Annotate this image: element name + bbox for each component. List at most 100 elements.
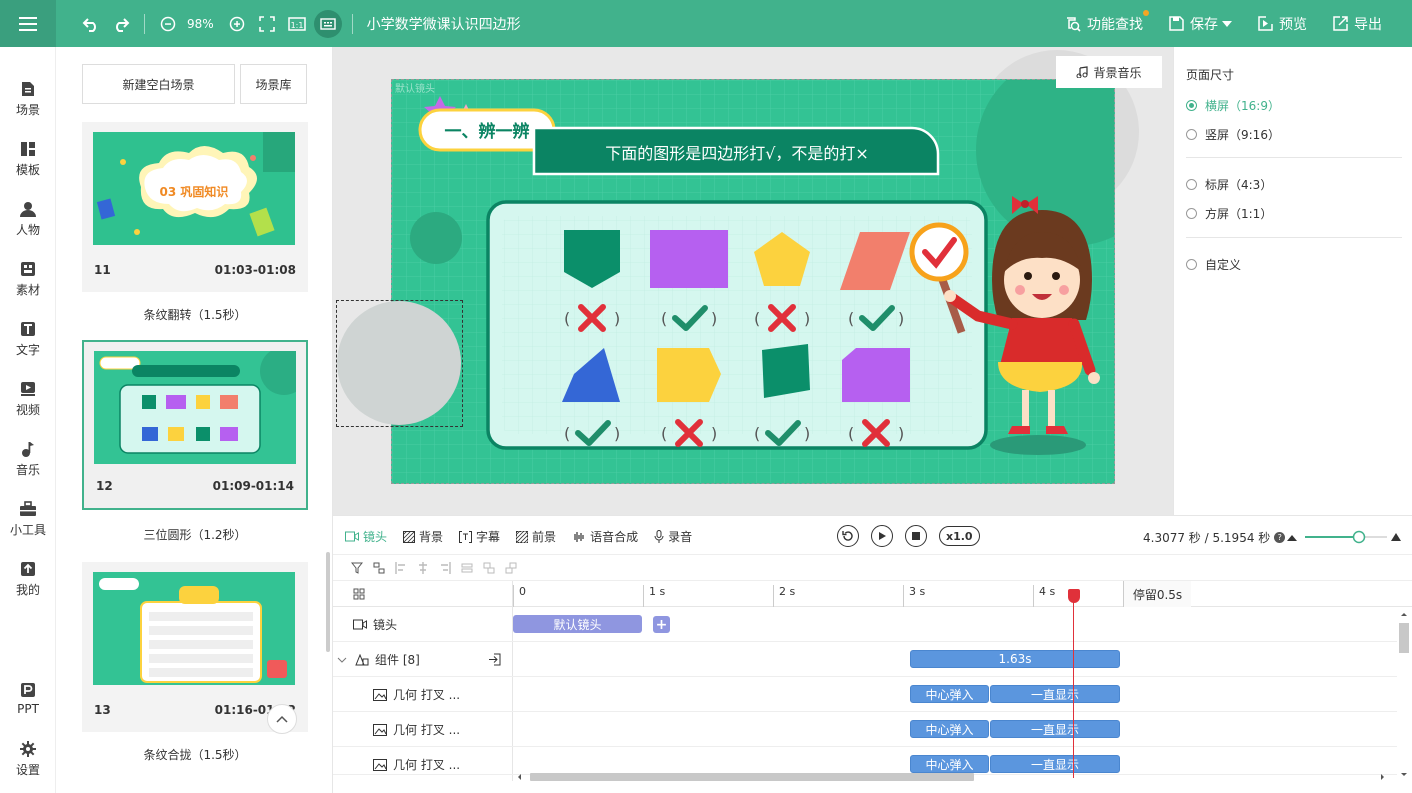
horizontal-scrollbar[interactable] [516, 771, 1386, 783]
zoom-in-button[interactable] [224, 11, 250, 37]
nav-music[interactable]: 音乐 [0, 429, 56, 489]
save-button[interactable]: 保存 [1169, 14, 1232, 34]
new-blank-scene-label: 新建空白场景 [122, 77, 195, 92]
menu-button[interactable] [0, 0, 56, 47]
scene-panel-scrollbar[interactable] [326, 552, 330, 652]
subtitle-mode-button[interactable] [313, 9, 342, 38]
nav-scene[interactable]: 场景 [0, 69, 56, 129]
tab-subtitle[interactable]: 字幕 [459, 528, 500, 545]
track-shape: 几何 打叉 ... 中心弹入 一直显示 [333, 677, 1397, 712]
playhead[interactable] [1073, 589, 1074, 778]
help-icon[interactable]: ? [1274, 532, 1286, 543]
paren-close-icon: ) [711, 424, 717, 443]
scroll-top-button[interactable] [267, 704, 297, 734]
image-icon [373, 723, 387, 736]
nav-mine[interactable]: 我的 [0, 549, 56, 609]
filter-icon[interactable] [351, 562, 363, 574]
undo-button[interactable] [78, 11, 104, 37]
stop-button[interactable] [905, 525, 927, 547]
selection-box[interactable] [336, 300, 463, 427]
pause-duration[interactable]: 停留0.5s [1123, 581, 1191, 607]
enter-animation-clip[interactable]: 中心弹入 [910, 685, 989, 703]
camera-clip[interactable]: 默认镜头 [513, 615, 642, 633]
question-text: 下面的图形是四边形打√，不是的打× [605, 144, 869, 163]
search-feature-button[interactable]: 功能查找 [1065, 9, 1149, 34]
scene-number: 11 [94, 263, 111, 277]
save-label: 保存 [1190, 16, 1218, 33]
playhead-handle[interactable] [1068, 589, 1080, 603]
enter-animation-clip[interactable]: 中心弹入 [910, 720, 989, 738]
scene-library-button[interactable]: 场景库 [240, 64, 307, 104]
nav-ppt[interactable]: PPT [0, 669, 56, 729]
scene-card-11[interactable]: 03 巩固知识 11 01:03-01:08 [82, 122, 308, 292]
nav-text[interactable]: 文字 [0, 309, 56, 369]
add-camera-button[interactable]: + [653, 616, 670, 633]
ruler-grid-icon[interactable] [353, 588, 365, 600]
chevron-down-icon[interactable] [337, 656, 347, 664]
timeline-zoom-slider[interactable] [1287, 530, 1401, 544]
time-ruler[interactable]: 0 1 s 2 s 3 s 4 s [333, 581, 1412, 607]
distribute-icon[interactable] [461, 562, 473, 574]
actual-size-button[interactable]: 1:1 [284, 11, 310, 37]
shape-square-rotated [762, 344, 810, 398]
vertical-scrollbar[interactable] [1397, 611, 1411, 779]
radio-custom[interactable]: 自定义 [1186, 256, 1241, 273]
background-music-button[interactable]: 背景音乐 [1056, 56, 1162, 88]
stay-animation-clip[interactable]: 一直显示 [990, 720, 1120, 738]
layer-down-icon[interactable] [505, 562, 517, 574]
align-right-icon[interactable] [439, 561, 451, 574]
tab-voice-synthesis[interactable]: 语音合成 [572, 528, 638, 545]
nav-material[interactable]: 素材 [0, 249, 56, 309]
radio-landscape[interactable]: 横屏（16:9） [1186, 97, 1280, 114]
tab-background[interactable]: 背景 [403, 528, 443, 545]
time-value: 4.3077 秒 / 5.1954 秒 [1143, 531, 1271, 545]
new-blank-scene-button[interactable]: 新建空白场景 [82, 64, 235, 104]
video-icon [21, 381, 35, 396]
preview-button[interactable]: 预览 [1258, 14, 1307, 34]
speed-button[interactable]: x1.0 [939, 526, 980, 546]
layer-up-icon[interactable] [483, 562, 495, 574]
stage[interactable]: 默认镜头 一、辨一辨 下面的图形是四边形打√，不是的打× () () () () () (… [391, 79, 1115, 484]
image-icon [373, 688, 387, 701]
left-nav: 场景 模板 人物 素材 文字 视频 音乐 小工具 我的 PPT 设置 [0, 47, 56, 793]
tab-foreground[interactable]: 前景 [516, 528, 556, 545]
image-icon [373, 758, 387, 771]
radio-square[interactable]: 方屏（1:1） [1186, 205, 1272, 222]
group-clip[interactable]: 1.63s [910, 650, 1120, 668]
timeline-panel: 镜头 背景 字幕 前景 语音合成 录音 x1.0 4.3077 秒 / 5.19… [333, 515, 1412, 793]
radio-portrait[interactable]: 竖屏（9:16） [1186, 126, 1280, 143]
scene-card-12[interactable]: 12 01:09-01:14 [82, 340, 308, 510]
ungroup-icon[interactable] [488, 653, 501, 666]
person-icon [20, 201, 36, 217]
play-button[interactable] [871, 525, 893, 547]
group-icon[interactable] [373, 562, 385, 574]
redo-button[interactable] [108, 11, 134, 37]
radio-standard[interactable]: 标屏（4:3） [1186, 176, 1272, 193]
export-button[interactable]: 导出 [1333, 14, 1382, 34]
camera-icon [345, 531, 359, 542]
project-title[interactable]: 小学数学微课认识四边形 [367, 14, 521, 34]
nav-settings[interactable]: 设置 [0, 729, 56, 789]
nav-video[interactable]: 视频 [0, 369, 56, 429]
nav-character[interactable]: 人物 [0, 189, 56, 249]
replay-button[interactable] [837, 525, 859, 547]
nav-template[interactable]: 模板 [0, 129, 56, 189]
transition-label[interactable]: 条纹合拢（1.5秒） [82, 746, 308, 763]
zoom-out-button[interactable] [155, 11, 181, 37]
align-center-icon[interactable] [417, 561, 429, 574]
nav-tools[interactable]: 小工具 [0, 489, 56, 549]
paren-open-icon: ( [754, 309, 760, 328]
tab-camera[interactable]: 镜头 [345, 528, 387, 545]
align-left-icon[interactable] [395, 561, 407, 574]
radio-label: 自定义 [1205, 258, 1242, 272]
shape-hexagon [842, 348, 910, 402]
transition-label[interactable]: 三位圆形（1.2秒） [82, 526, 308, 543]
stay-animation-clip[interactable]: 一直显示 [990, 685, 1120, 703]
horizontal-scrollbar-track [518, 773, 1384, 781]
preview-icon [1258, 16, 1273, 31]
transition-label[interactable]: 条纹翻转（1.5秒） [82, 306, 308, 323]
tab-record[interactable]: 录音 [654, 528, 692, 545]
scene-thumbnail [93, 572, 295, 685]
camera-icon [353, 619, 367, 630]
fullscreen-button[interactable] [254, 11, 280, 37]
